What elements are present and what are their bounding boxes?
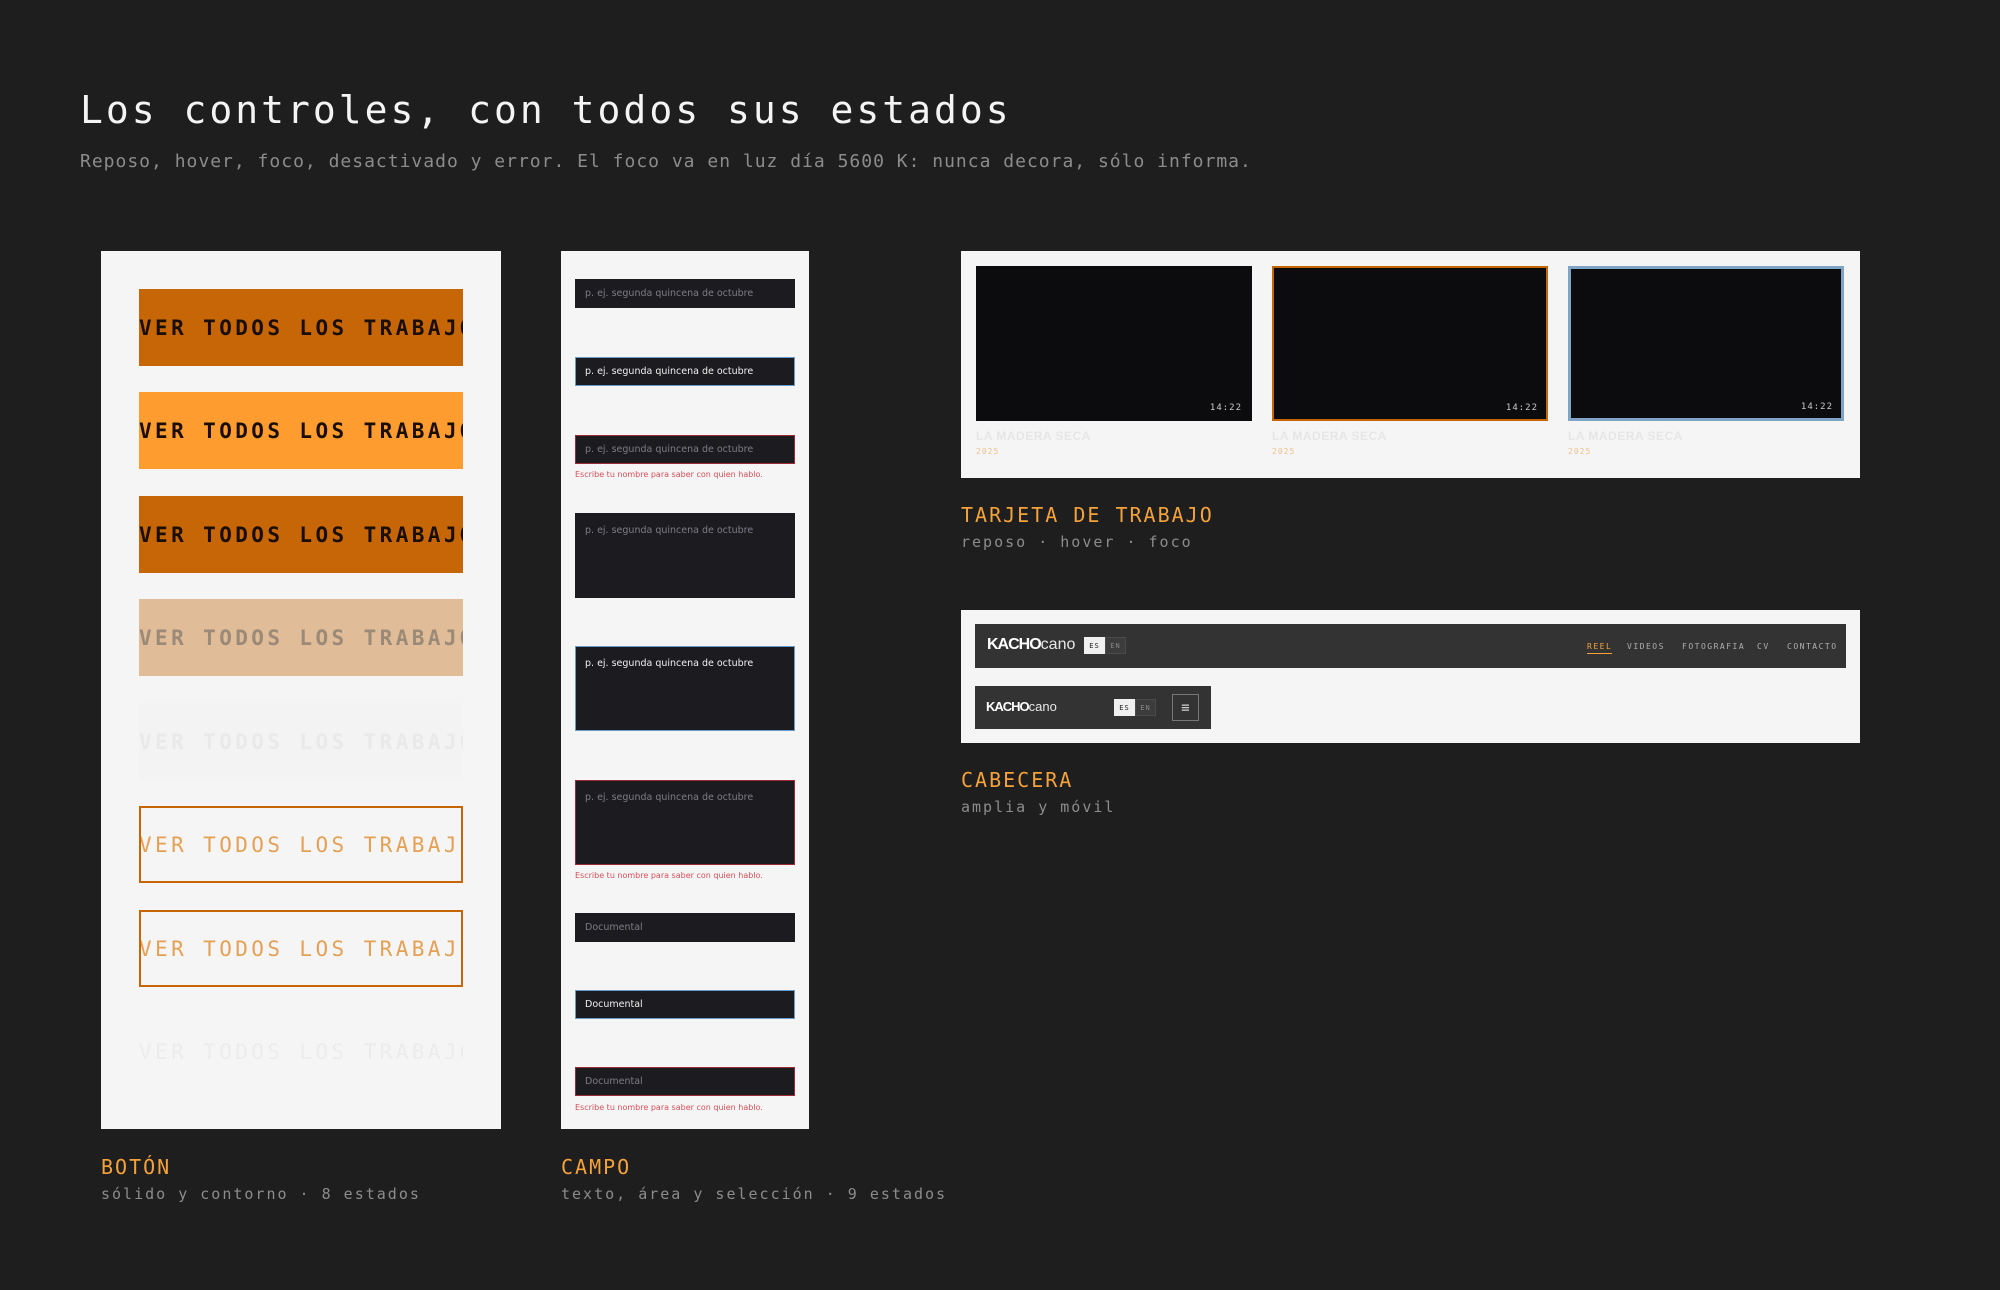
- card-title: LA MADERA SECA: [1568, 429, 1683, 443]
- fields-panel: p. ej. segunda quincena de octubre p. ej…: [561, 251, 809, 1129]
- card-duration: 14:22: [1800, 402, 1833, 412]
- select-error[interactable]: Documental: [575, 1067, 795, 1096]
- button-solid-hover[interactable]: VER TODOS LOS TRABAJOS: [139, 392, 463, 469]
- nav-item-contacto[interactable]: CONTACTO: [1787, 624, 1838, 668]
- fields-caption-title: CAMPO: [561, 1155, 632, 1179]
- page-title: Los controles, con todos sus estados: [80, 88, 1012, 132]
- card-duration: 14:22: [1505, 403, 1538, 413]
- button-solid-disabled[interactable]: VER TODOS LOS TRABAJOS: [139, 599, 463, 676]
- cards-caption-sub: reposo · hover · foco: [961, 533, 1193, 551]
- select-focus[interactable]: Documental: [575, 990, 795, 1019]
- card-year: 2025: [976, 447, 1000, 456]
- textarea-error-message: Escribe tu nombre para saber con quien h…: [575, 871, 763, 880]
- text-field-error[interactable]: p. ej. segunda quincena de octubre: [575, 435, 795, 464]
- menu-icon[interactable]: ≡: [1172, 694, 1199, 721]
- select-error-message: Escribe tu nombre para saber con quien h…: [575, 1103, 763, 1112]
- nav-item-reel[interactable]: REEL: [1587, 624, 1613, 668]
- logo[interactable]: KACHOcano: [987, 636, 1075, 654]
- textarea-focus[interactable]: p. ej. segunda quincena de octubre: [575, 646, 795, 731]
- work-card-rest[interactable]: 14:22: [976, 266, 1252, 421]
- nav-item-videos[interactable]: VIDEOS: [1627, 624, 1665, 668]
- page-subtitle: Reposo, hover, foco, desactivado y error…: [80, 151, 1252, 172]
- card-year: 2025: [1272, 447, 1296, 456]
- card-year: 2025: [1568, 447, 1592, 456]
- nav-item-cv[interactable]: CV: [1757, 624, 1770, 668]
- nav-item-fotografia[interactable]: FOTOGRAFIA: [1682, 624, 1745, 668]
- fields-caption-sub: texto, área y selección · 9 estados: [561, 1185, 948, 1203]
- buttons-caption-title: BOTÓN: [101, 1155, 172, 1179]
- button-outline-rest[interactable]: VER TODOS LOS TRABAJOS: [139, 806, 463, 883]
- buttons-panel: VER TODOS LOS TRABAJOS VER TODOS LOS TRA…: [101, 251, 501, 1129]
- button-solid-focus[interactable]: VER TODOS LOS TRABAJOS: [139, 496, 463, 573]
- text-field-error-message: Escribe tu nombre para saber con quien h…: [575, 470, 763, 479]
- header-mobile: KACHOcano ES EN ≡: [975, 686, 1211, 729]
- cards-panel: 14:22 LA MADERA SECA 2025 14:22 LA MADER…: [961, 251, 1860, 478]
- lang-en-button[interactable]: EN: [1105, 637, 1126, 654]
- lang-es-button[interactable]: ES: [1084, 637, 1105, 654]
- card-duration: 14:22: [1209, 403, 1242, 413]
- text-field-focus[interactable]: p. ej. segunda quincena de octubre: [575, 357, 795, 386]
- work-card-hover[interactable]: 14:22: [1272, 266, 1548, 421]
- buttons-caption-sub: sólido y contorno · 8 estados: [101, 1185, 421, 1203]
- card-title: LA MADERA SECA: [1272, 429, 1387, 443]
- lang-en-button-mobile[interactable]: EN: [1135, 699, 1156, 716]
- text-field-rest[interactable]: p. ej. segunda quincena de octubre: [575, 279, 795, 308]
- cards-caption-title: TARJETA DE TRABAJO: [961, 503, 1214, 527]
- work-card-focus[interactable]: 14:22: [1568, 266, 1844, 421]
- button-solid-rest[interactable]: VER TODOS LOS TRABAJOS: [139, 289, 463, 366]
- header-wide: KACHOcano ES EN REEL VIDEOS FOTOGRAFIA C…: [975, 624, 1846, 668]
- header-caption-title: CABECERA: [961, 768, 1074, 792]
- button-outline-hover[interactable]: VER TODOS LOS TRABAJOS: [139, 910, 463, 987]
- button-ghost[interactable]: VER TODOS LOS TRABAJOS: [139, 703, 463, 780]
- header-caption-sub: amplia y móvil: [961, 798, 1116, 816]
- button-outline-disabled[interactable]: VER TODOS LOS TRABAJOS: [139, 1013, 463, 1090]
- card-title: LA MADERA SECA: [976, 429, 1091, 443]
- logo-mobile[interactable]: KACHOcano: [986, 699, 1057, 714]
- lang-es-button-mobile[interactable]: ES: [1114, 699, 1135, 716]
- textarea-error[interactable]: p. ej. segunda quincena de octubre: [575, 780, 795, 865]
- select-rest[interactable]: Documental: [575, 913, 795, 942]
- header-panel: KACHOcano ES EN REEL VIDEOS FOTOGRAFIA C…: [961, 610, 1860, 743]
- textarea-rest[interactable]: p. ej. segunda quincena de octubre: [575, 513, 795, 598]
